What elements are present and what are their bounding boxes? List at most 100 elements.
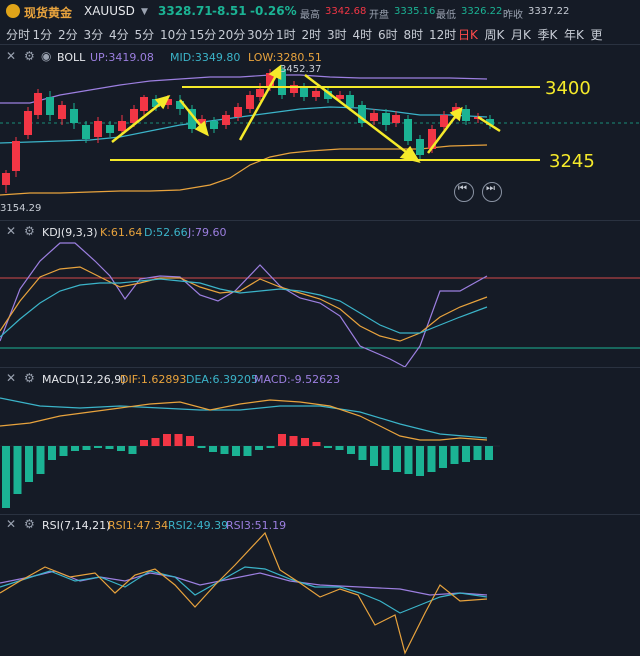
macd-bar	[25, 446, 33, 482]
macd-bar	[82, 446, 91, 450]
macd-bar	[335, 446, 344, 450]
boll-upper-line	[0, 74, 488, 104]
macd-bar	[174, 434, 183, 446]
macd-bar	[358, 446, 367, 460]
candle-body	[70, 109, 78, 123]
gold-logo-icon	[6, 4, 20, 18]
candle-body	[256, 89, 264, 97]
high-value: 3342.68	[325, 6, 367, 17]
macd-bar	[243, 446, 252, 456]
candle-body	[234, 107, 242, 117]
macd-bar	[266, 446, 275, 448]
rsi-panel: ✕ ⚙ RSI(7,14,21) RSI1:47.34 RSI2:49.39 R…	[0, 515, 640, 656]
macd-bar	[94, 446, 102, 448]
candle-body	[82, 125, 90, 139]
macd-bar	[278, 434, 286, 446]
quote-header: 现货黄金 XAUUSD ▼ 3328.71 -8.51 -0.26% 最高 33…	[0, 0, 640, 22]
tab-timeframe[interactable]: 20分	[218, 26, 245, 43]
timeframe-bar: 分时 1分 2分 3分 4分 5分 10分 15分 20分 30分 1时 2时 3时 4时 6时 8时 12时日…	[0, 22, 640, 44]
macd-bar	[48, 446, 56, 460]
tab-timeframe[interactable]: 更	[591, 26, 603, 43]
tab-timeframe[interactable]: 年K	[564, 26, 584, 43]
candle-body	[312, 91, 320, 97]
next-button-icon: ⏭	[486, 183, 495, 194]
tab-timeframe[interactable]: 日K	[458, 26, 478, 43]
macd-chart[interactable]	[0, 368, 640, 514]
prev-close-label: 昨收	[503, 10, 523, 21]
boll-panel: ✕ ⚙ ◉ BOLL UP:3419.08 MID:3349.80 LOW:32…	[0, 45, 640, 220]
candle-body	[462, 109, 470, 121]
macd-bar	[13, 446, 22, 494]
tab-timeframe[interactable]: 3时	[327, 26, 347, 43]
kdj-chart[interactable]	[0, 221, 640, 367]
macd-bar	[347, 446, 355, 454]
macd-bar	[105, 446, 114, 449]
candle-body	[140, 97, 148, 111]
level-3400-label: 3400	[545, 78, 591, 99]
macd-bar	[485, 446, 493, 460]
candle-body	[222, 115, 230, 125]
low-value: 3326.22	[461, 6, 503, 17]
rsi-chart[interactable]	[0, 515, 640, 656]
tab-timeframe[interactable]: 6时	[378, 26, 398, 43]
candles-group	[2, 65, 494, 193]
macd-bar	[140, 440, 148, 446]
macd-bar	[312, 442, 321, 446]
instrument-name[interactable]: 现货黄金	[24, 4, 72, 21]
macd-bar	[473, 446, 482, 460]
macd-dif-line	[0, 399, 488, 441]
macd-bar	[163, 434, 171, 446]
tab-timeframe[interactable]: 8时	[404, 26, 424, 43]
tab-timeframe[interactable]: 4分	[109, 26, 129, 43]
candle-body	[210, 121, 218, 129]
macd-bar	[301, 438, 309, 446]
tab-timeframe[interactable]: 周K	[485, 26, 505, 43]
tab-timeframe[interactable]: 3分	[84, 26, 104, 43]
last-price: 3328.71	[158, 4, 213, 18]
candle-body	[46, 97, 54, 115]
macd-bar	[370, 446, 378, 466]
candle-body	[392, 115, 400, 123]
tab-timeframe[interactable]: 4时	[353, 26, 373, 43]
next-button[interactable]: ⏭	[482, 182, 502, 202]
candle-body	[24, 111, 32, 135]
candle-body	[58, 105, 66, 119]
symbol-label[interactable]: XAUUSD	[84, 4, 135, 18]
macd-bar	[59, 446, 68, 456]
tab-timeframe[interactable]: 分时	[6, 26, 30, 43]
tab-timeframe[interactable]: 2时	[302, 26, 322, 43]
candle-body	[246, 95, 254, 109]
tab-timeframe[interactable]: 15分	[189, 26, 216, 43]
macd-bar	[36, 446, 45, 474]
candle-body	[34, 93, 42, 115]
candle-body	[106, 125, 114, 133]
kdj-d-line	[0, 278, 488, 338]
price-change: -8.51	[212, 4, 247, 18]
macd-bar	[289, 436, 298, 446]
tab-timeframe[interactable]: 30分	[247, 26, 274, 43]
candle-body	[370, 113, 378, 121]
macd-bar	[71, 446, 79, 451]
macd-bar	[381, 446, 390, 470]
prev-button-icon: ⏮	[458, 183, 467, 194]
candlestick-chart[interactable]: 3400 3245 3452.37 3154.29	[0, 45, 640, 220]
prev-close-value: 3337.22	[528, 6, 570, 17]
tab-timeframe[interactable]: 5分	[135, 26, 155, 43]
tab-timeframe[interactable]: 季K	[538, 26, 558, 43]
min-price-label: 3154.29	[0, 203, 41, 214]
tab-timeframe[interactable]: 12时	[429, 26, 456, 43]
open-value: 3335.16	[394, 6, 436, 17]
tab-timeframe[interactable]: 月K	[511, 26, 531, 43]
tab-timeframe[interactable]: 10分	[160, 26, 187, 43]
tab-timeframe[interactable]: 1时	[276, 26, 296, 43]
macd-bar	[220, 446, 229, 454]
candle-body	[94, 121, 102, 137]
macd-bar	[404, 446, 413, 474]
tab-timeframe[interactable]: 2分	[58, 26, 78, 43]
tab-timeframe[interactable]: 1分	[33, 26, 53, 43]
prev-button[interactable]: ⏮	[454, 182, 474, 202]
macd-bar	[197, 446, 206, 448]
symbol-dropdown-icon[interactable]: ▼	[141, 7, 148, 17]
macd-bar	[450, 446, 459, 464]
rsi2-line	[0, 566, 488, 614]
